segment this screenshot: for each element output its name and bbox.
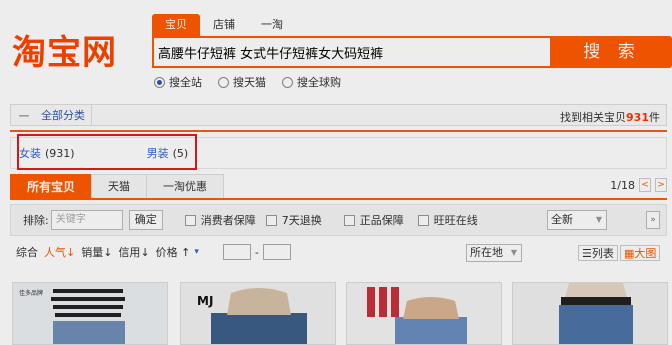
chevron-down-icon: ▼	[595, 215, 602, 224]
list-view-button[interactable]: ☰列表	[578, 245, 618, 261]
checkbox-genuine[interactable]: 正品保障	[343, 212, 404, 228]
checkbox-label: 消费者保障	[200, 214, 256, 227]
prev-page-button[interactable]: <	[639, 178, 651, 192]
confirm-button[interactable]: 确定	[128, 210, 163, 230]
checkbox-consumer-guarantee[interactable]: 消费者保障	[184, 212, 256, 228]
scope-all-site[interactable]: 搜全站	[154, 74, 202, 90]
list-icon: ☰	[582, 247, 592, 260]
grid-view-button[interactable]: ▦大图	[620, 245, 661, 261]
filter-toolbar: 排除: 关键字 确定 消费者保障 7天退换 正品保障 旺旺在线 全新 ▼ »	[10, 204, 667, 236]
checkbox-icon	[343, 214, 355, 226]
checkbox-label: 旺旺在线	[433, 214, 478, 227]
collapse-icon[interactable]: —	[15, 109, 33, 122]
checkbox-icon	[184, 214, 196, 226]
breadcrumb-divider	[91, 105, 105, 125]
scope-tmall[interactable]: 搜天猫	[218, 74, 266, 90]
sort-credit[interactable]: 信用↓	[118, 244, 149, 260]
brand-text: 佳多品牌	[19, 289, 43, 297]
sort-default[interactable]: 综合	[16, 244, 38, 260]
product-card[interactable]	[512, 282, 668, 345]
product-image	[347, 283, 501, 344]
result-tabs: 所有宝贝 天猫 一淘优惠 1/18 < >	[10, 174, 667, 200]
all-categories-link[interactable]: 全部分类	[41, 107, 85, 123]
sort-arrow-icon: ↓	[66, 246, 76, 259]
logo-text: 淘宝网	[12, 33, 117, 73]
checkbox-wangwang-online[interactable]: 旺旺在线	[417, 212, 478, 228]
location-dropdown[interactable]: 所在地 ▼	[466, 244, 522, 262]
checkbox-7day-return[interactable]: 7天退换	[265, 212, 322, 228]
radio-icon	[218, 76, 229, 88]
condition-dropdown[interactable]: 全新 ▼	[547, 210, 607, 230]
sort-bar: 综合 人气↓ 销量↓ 信用↓ 价格 ↑ ▾ - 所在地 ▼ ☰列表 ▦大图	[10, 240, 667, 264]
sort-sales[interactable]: 销量↓	[81, 244, 112, 260]
tab-tmall[interactable]: 天猫	[91, 174, 148, 198]
sort-arrow-icon: ↑	[181, 246, 191, 259]
search-box	[152, 36, 552, 68]
product-image	[513, 283, 667, 344]
search-scope-options: 搜全站 搜天猫 搜全球购	[154, 74, 341, 90]
dropdown-value: 全新	[551, 213, 573, 226]
tab-yitao[interactable]: 一淘	[248, 14, 296, 36]
tab-yitao-deals[interactable]: 一淘优惠	[146, 174, 225, 198]
taobao-logo[interactable]: 淘宝网	[12, 32, 138, 74]
tab-baobei[interactable]: 宝贝	[152, 14, 200, 36]
brand-text: MJ	[197, 294, 213, 308]
search-button[interactable]: 搜 索	[552, 36, 672, 68]
tab-dianpu[interactable]: 店铺	[200, 14, 248, 36]
price-max-input[interactable]	[262, 244, 291, 260]
exclude-label: 排除:	[23, 214, 49, 227]
chevron-down-icon: ▼	[510, 248, 517, 257]
tab-all-items[interactable]: 所有宝贝	[10, 174, 93, 198]
result-count-number: 931	[626, 111, 649, 124]
category-bar: — 全部分类 找到相关宝贝931件	[10, 104, 667, 126]
grid-icon: ▦	[624, 247, 635, 260]
expand-filters-icon[interactable]: »	[646, 211, 660, 229]
checkbox-icon	[265, 214, 277, 226]
divider-line	[10, 130, 667, 132]
sort-arrow-icon: ↓	[140, 246, 150, 259]
checkbox-label: 7天退换	[281, 214, 322, 227]
location-label: 所在地	[470, 246, 503, 259]
scope-label: 搜全球购	[297, 76, 341, 89]
scope-global[interactable]: 搜全球购	[282, 74, 341, 90]
search-type-tabs: 宝贝 店铺 一淘	[152, 14, 296, 36]
search-input[interactable]	[154, 38, 550, 66]
price-range-separator: -	[254, 245, 259, 259]
checkbox-label: 正品保障	[359, 214, 404, 227]
price-sort-dropdown-icon[interactable]: ▾	[194, 247, 199, 257]
product-card[interactable]: MJ	[180, 282, 336, 345]
product-image: MJ	[181, 283, 335, 344]
price-min-input[interactable]	[222, 244, 251, 260]
checkbox-icon	[417, 214, 429, 226]
result-count: 找到相关宝贝931件	[560, 111, 660, 124]
next-page-button[interactable]: >	[655, 178, 667, 192]
scope-label: 搜全站	[169, 76, 202, 89]
product-card[interactable]: 佳多品牌	[12, 282, 168, 345]
exclude-keyword-input[interactable]: 关键字	[50, 210, 123, 230]
product-card[interactable]	[346, 282, 502, 345]
highlight-annotation	[17, 134, 197, 170]
product-image: 佳多品牌	[13, 283, 167, 344]
page-indicator: 1/18	[610, 178, 635, 192]
pager: 1/18 < >	[610, 178, 667, 192]
sort-price[interactable]: 价格 ↑	[156, 244, 191, 260]
sort-popularity[interactable]: 人气↓	[44, 244, 75, 260]
sort-arrow-icon: ↓	[103, 246, 113, 259]
radio-icon	[282, 76, 293, 88]
radio-selected-icon	[154, 76, 165, 88]
scope-label: 搜天猫	[233, 76, 266, 89]
